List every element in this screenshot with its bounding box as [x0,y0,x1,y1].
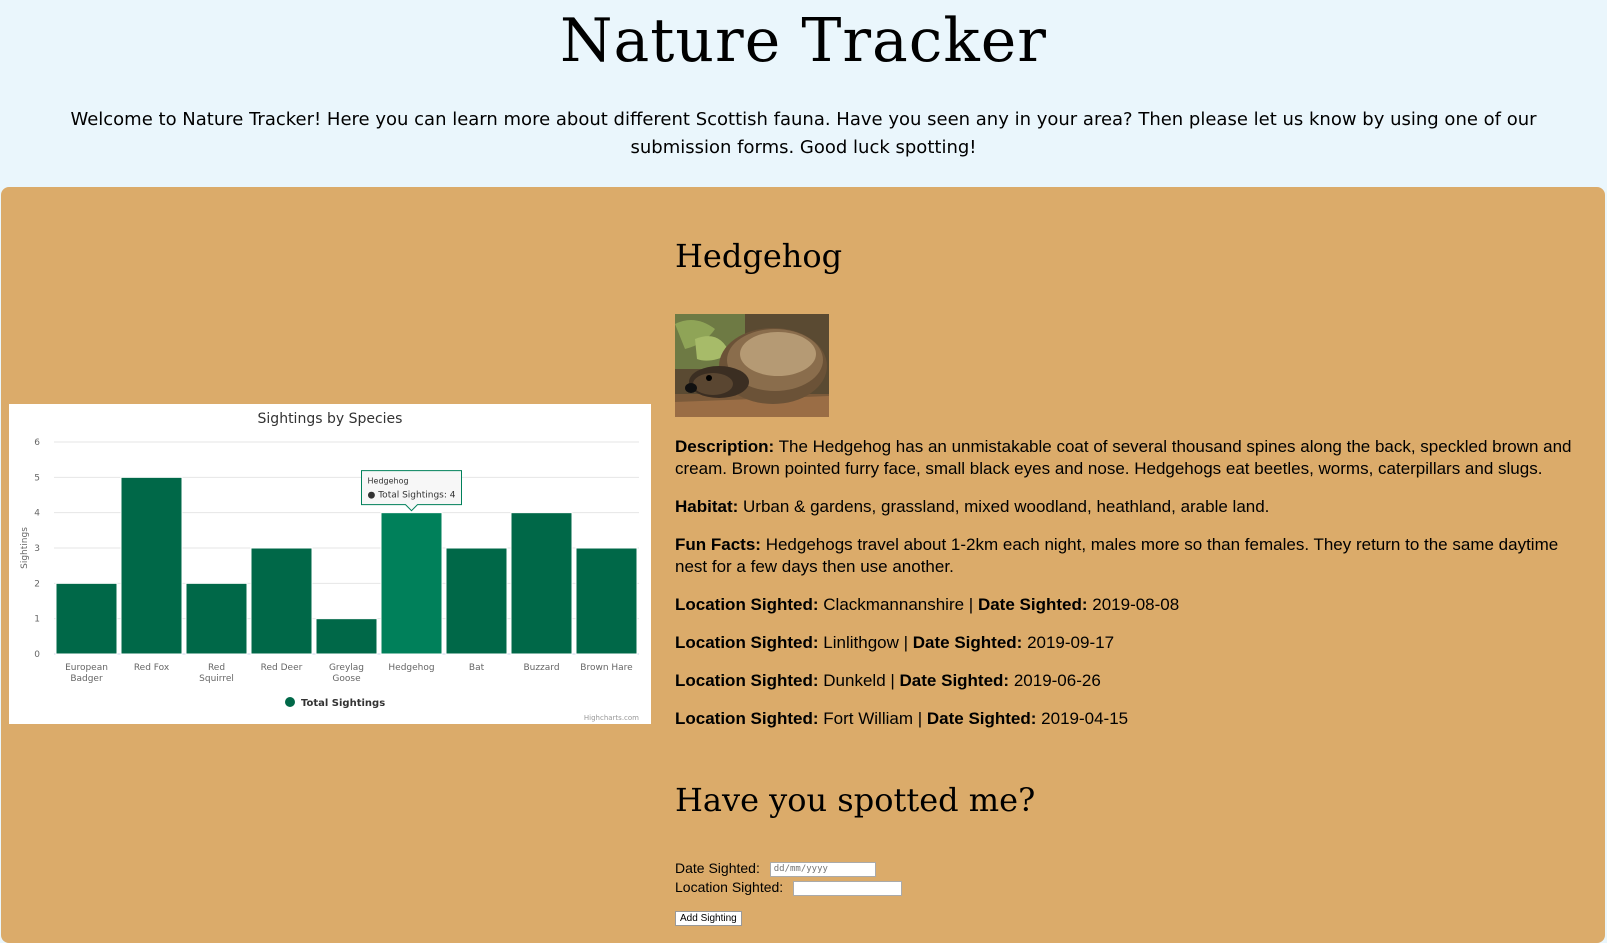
bar [445,547,508,655]
location-input[interactable] [793,880,903,896]
sighting-date: 2019-09-17 [1027,633,1115,652]
bar [120,476,183,655]
x-tick-label: Goose [332,674,361,684]
chart-credit: Highcharts.com [584,714,639,722]
page-header: Nature Tracker Welcome to Nature Tracker… [0,0,1607,188]
bar [185,582,248,655]
sighting-location: Dunkeld [823,671,886,690]
y-tick-label: 5 [34,473,40,483]
bar [380,512,443,655]
site-title: Nature Tracker [560,6,1047,76]
y-tick-label: 1 [34,615,40,625]
x-tick-label: Squirrel [199,674,234,684]
x-tick-label: Red [208,663,225,673]
description: Description: The Hedgehog has an unmista… [675,436,1595,480]
date-label: Date Sighted: [912,633,1023,652]
sightings-chart[interactable]: Sightings by Species 0 1 2 3 4 5 6 Sightings Euro… [9,404,651,724]
species-facts: Description: The Hedgehog has an unmista… [675,436,1595,746]
x-tick-label: Greylag [329,663,364,673]
sighting-form: Date Sighted: Location Sighted: Add Sigh… [675,859,903,926]
hedgehog-photo [675,314,829,417]
sighting-location: Clackmannanshire [823,595,965,614]
description-label: Description: [675,437,775,456]
sighting-date: 2019-04-15 [1041,709,1129,728]
location-label: Location Sighted: [675,633,819,652]
chart-title: Sightings by Species [258,411,403,427]
sighting-location: Fort William [823,709,913,728]
chart-svg: Sightings by Species 0 1 2 3 4 5 6 Sightings Euro… [20,411,639,722]
sighting-row: Location Sighted: Clackmannanshire | Dat… [675,595,1180,614]
y-tick-label: 2 [34,579,40,589]
x-tick-label: Hedgehog [388,663,434,673]
tooltip-value: ● Total Sightings: 4 [368,491,456,501]
welcome-text: Welcome to Nature Tracker! Here you can … [70,109,1537,158]
date-input[interactable] [769,861,876,877]
habitat-text: Urban & gardens, grassland, mixed woodla… [743,497,1270,516]
location-field-label: Location Sighted: [675,879,784,895]
location-label: Location Sighted: [675,595,819,614]
habitat: Habitat: Urban & gardens, grassland, mix… [675,496,1595,518]
sighting-date: 2019-06-26 [1013,671,1101,690]
date-field-label: Date Sighted: [675,860,760,876]
y-tick-label: 6 [34,438,40,448]
bar [250,547,313,655]
bar [55,582,118,655]
fun-facts-text: Hedgehogs travel about 1-2km each night,… [675,535,1559,576]
legend-marker [285,697,295,707]
sighting-location: Linlithgow [823,633,899,652]
x-tick-label: Brown Hare [580,663,633,673]
sighting-row: Location Sighted: Dunkeld | Date Sighted… [675,671,1101,690]
bar [510,512,573,655]
fun-facts: Fun Facts: Hedgehogs travel about 1-2km … [675,534,1595,578]
species-name: Hedgehog [675,237,843,275]
x-tick-label: Red Deer [261,663,303,673]
sighting-date: 2019-08-08 [1092,595,1180,614]
description-text: The Hedgehog has an unmistakable coat of… [675,437,1572,478]
date-row: Date Sighted: [675,859,902,878]
y-tick-label: 0 [34,650,40,660]
x-tick-label: Badger [70,674,103,684]
legend-label: Total Sightings [301,698,385,709]
x-tick-label: Buzzard [523,663,559,673]
y-axis-label: Sightings [20,527,30,569]
date-label: Date Sighted: [899,671,1010,690]
habitat-label: Habitat: [675,497,739,516]
sighting-row: Location Sighted: Linlithgow | Date Sigh… [675,633,1115,652]
bar [575,547,638,655]
date-label: Date Sighted: [926,709,1037,728]
date-label: Date Sighted: [977,595,1088,614]
location-label: Location Sighted: [675,671,819,690]
form-title: Have you spotted me? [675,781,1036,819]
y-tick-label: 4 [34,509,40,519]
location-label: Location Sighted: [675,709,819,728]
x-tick-label: Bat [469,663,485,673]
y-tick-label: 3 [34,544,40,554]
x-tick-label: Red Fox [134,663,170,673]
fun-facts-label: Fun Facts: [675,535,761,554]
bar [315,618,378,655]
sighting-row: Location Sighted: Fort William | Date Si… [675,709,1129,728]
location-row: Location Sighted: [675,878,903,897]
x-tick-label: European [65,663,108,673]
add-sighting-button[interactable]: Add Sighting [675,911,742,926]
tooltip-category: Hedgehog [368,477,409,486]
